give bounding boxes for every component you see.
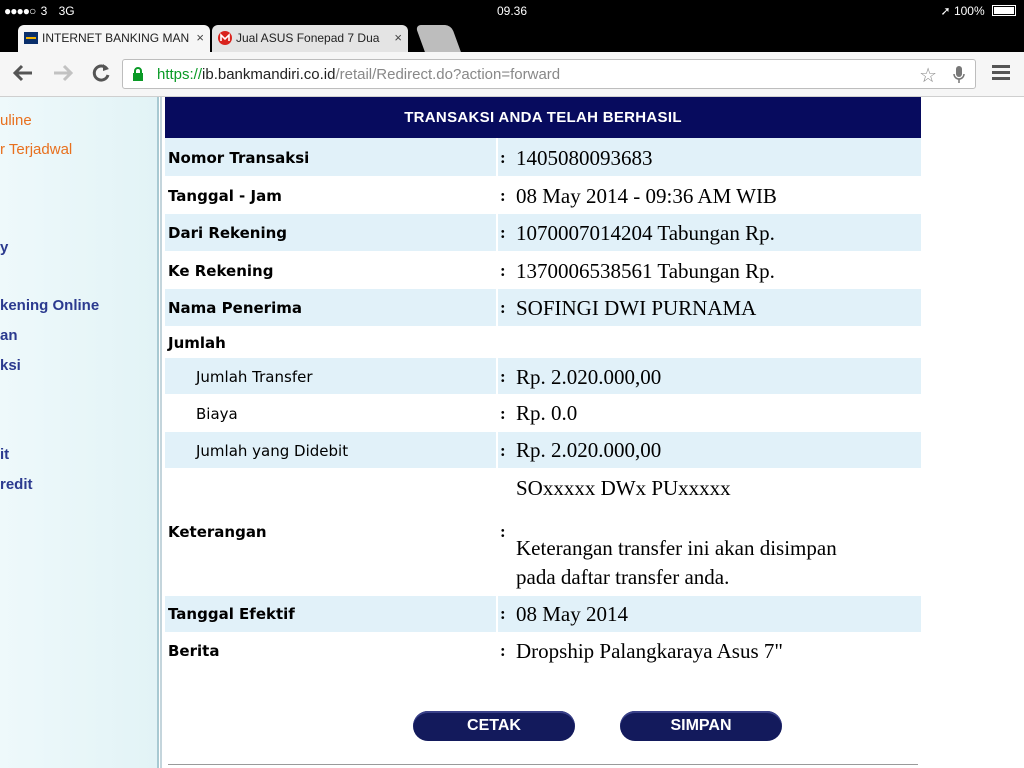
- colon: :: [500, 404, 506, 423]
- url-scheme: https://: [157, 66, 203, 83]
- row-jumlah-transfer: Jumlah Transfer : Rp. 2.020.000,00: [165, 358, 921, 394]
- battery-icon: [992, 5, 1016, 16]
- row-biaya: Biaya : Rp. 0.0: [165, 394, 921, 432]
- sidebar-item-terjadwal[interactable]: r Terjadwal: [0, 141, 72, 158]
- value-nama-penerima: SOFINGI DWI PURNAMA: [516, 296, 757, 320]
- reload-icon[interactable]: [90, 62, 112, 88]
- row-dari-rekening: Dari Rekening : 1070007014204 Tabungan R…: [165, 214, 921, 251]
- label-tanggal-jam: Tanggal - Jam: [168, 187, 282, 205]
- value-ke-rekening: 1370006538561 Tabungan Rp.: [516, 259, 775, 283]
- battery-percent: 100%: [953, 4, 985, 18]
- value-tanggal-efektif: 08 May 2014: [516, 602, 628, 626]
- sidebar-item-y[interactable]: y: [0, 239, 8, 256]
- url-path: /retail/Redirect.do?action=forward: [335, 66, 561, 83]
- row-nomor-transaksi: Nomor Transaksi : 1405080093683: [165, 138, 921, 176]
- new-tab-button[interactable]: [415, 25, 461, 52]
- simpan-button[interactable]: SIMPAN: [620, 711, 782, 741]
- label-jumlah-didebit: Jumlah yang Didebit: [196, 442, 349, 460]
- label-tanggal-efektif: Tanggal Efektif: [168, 605, 295, 623]
- tab-title: Jual ASUS Fonepad 7 Dua: [236, 31, 380, 45]
- colon: :: [500, 261, 506, 280]
- colon: :: [500, 604, 506, 623]
- colon: :: [500, 186, 506, 205]
- label-jumlah-transfer: Jumlah Transfer: [196, 368, 313, 386]
- tab-internet-banking[interactable]: INTERNET BANKING MAN ×: [18, 25, 210, 52]
- value-biaya: Rp. 0.0: [516, 401, 578, 425]
- cetak-button[interactable]: CETAK: [413, 711, 575, 741]
- m-logo-favicon-icon: [218, 31, 232, 45]
- bottom-divider: [168, 764, 918, 765]
- value-dari-rekening: 1070007014204 Tabungan Rp.: [516, 221, 775, 245]
- colon: :: [500, 223, 506, 242]
- tab-title: INTERNET BANKING MAN: [42, 31, 190, 45]
- row-jumlah-didebit: Jumlah yang Didebit : Rp. 2.020.000,00: [165, 432, 921, 468]
- cell-divider: [496, 138, 498, 176]
- row-tanggal-efektif: Tanggal Efektif : 08 May 2014: [165, 596, 921, 632]
- bank-mandiri-favicon-icon: [24, 32, 38, 44]
- colon: :: [500, 367, 506, 386]
- panel-header: TRANSAKSI ANDA TELAH BERHASIL: [165, 97, 921, 138]
- sidebar-item-online[interactable]: uline: [0, 112, 32, 129]
- label-ke-rekening: Ke Rekening: [168, 262, 274, 280]
- row-tanggal-jam: Tanggal - Jam : 08 May 2014 - 09:36 AM W…: [165, 176, 921, 214]
- value-nomor-transaksi: 1405080093683: [516, 146, 653, 170]
- colon: :: [500, 522, 506, 541]
- microphone-icon[interactable]: [953, 66, 965, 88]
- value-jumlah-didebit: Rp. 2.020.000,00: [516, 438, 662, 462]
- row-jumlah: Jumlah: [165, 326, 921, 358]
- colon: :: [500, 298, 506, 317]
- colon: :: [500, 441, 506, 460]
- value-tanggal-jam: 08 May 2014 - 09:36 AM WIB: [516, 184, 777, 208]
- page-divider: [160, 97, 162, 768]
- row-nama-penerima: Nama Penerima : SOFINGI DWI PURNAMA: [165, 289, 921, 326]
- close-tab-icon[interactable]: ×: [196, 30, 204, 45]
- row-ke-rekening: Ke Rekening : 1370006538561 Tabungan Rp.: [165, 251, 921, 289]
- address-bar[interactable]: https://ib.bankmandiri.co.id/retail/Redi…: [122, 59, 976, 89]
- cell-divider: [496, 358, 498, 394]
- clock: 09.36: [496, 4, 528, 18]
- sidebar-item-kredit[interactable]: redit: [0, 476, 33, 493]
- lock-icon: [133, 67, 143, 81]
- tab-strip: INTERNET BANKING MAN × Jual ASUS Fonepad…: [0, 22, 1024, 52]
- url-text: https://ib.bankmandiri.co.id/retail/Redi…: [157, 66, 560, 83]
- colon: :: [500, 641, 506, 660]
- sidebar-item-an[interactable]: an: [0, 327, 18, 344]
- status-right: ➚ 100%: [941, 4, 1016, 18]
- forward-arrow-icon[interactable]: [52, 62, 74, 88]
- label-jumlah: Jumlah: [168, 334, 226, 352]
- browser-toolbar: https://ib.bankmandiri.co.id/retail/Redi…: [0, 52, 1024, 97]
- sidebar-item-transaksi[interactable]: ksi: [0, 357, 21, 374]
- row-keterangan: SOxxxxx DWx PUxxxxx Keterangan : Keteran…: [165, 468, 921, 596]
- location-icon: ➚: [940, 4, 951, 18]
- sidebar: uline r Terjadwal y kening Online an ksi…: [0, 97, 159, 768]
- bookmark-star-icon[interactable]: ☆: [919, 63, 937, 88]
- cell-divider: [496, 432, 498, 468]
- tab-jual-asus[interactable]: Jual ASUS Fonepad 7 Dua ×: [212, 25, 408, 52]
- label-nama-penerima: Nama Penerima: [168, 299, 302, 317]
- value-berita: Dropship Palangkaraya Asus 7": [516, 639, 783, 663]
- keterangan-note-line1: Keterangan transfer ini akan disimpan: [516, 536, 837, 560]
- label-biaya: Biaya: [196, 405, 238, 423]
- value-keterangan: SOxxxxx DWx PUxxxxx: [516, 476, 731, 500]
- menu-icon[interactable]: [992, 65, 1010, 83]
- back-arrow-icon[interactable]: [12, 62, 34, 88]
- cell-divider: [496, 289, 498, 326]
- cell-divider: [496, 596, 498, 632]
- transaction-result-panel: TRANSAKSI ANDA TELAH BERHASIL Nomor Tran…: [165, 97, 921, 672]
- url-host: ib.bankmandiri.co.id: [202, 66, 336, 83]
- sidebar-item-rekening-online[interactable]: kening Online: [0, 297, 99, 314]
- close-tab-icon[interactable]: ×: [394, 30, 402, 45]
- keterangan-note-line2: pada daftar transfer anda.: [516, 565, 730, 589]
- colon: :: [500, 148, 506, 167]
- label-dari-rekening: Dari Rekening: [168, 224, 288, 242]
- sidebar-item-debit[interactable]: it: [0, 446, 9, 463]
- label-berita: Berita: [168, 642, 220, 660]
- label-nomor-transaksi: Nomor Transaksi: [168, 149, 310, 167]
- status-bar: ●●●●○ 3 3G 09.36 ➚ 100%: [0, 0, 1024, 22]
- cell-divider: [496, 214, 498, 251]
- label-keterangan: Keterangan: [168, 523, 267, 541]
- value-jumlah-transfer: Rp. 2.020.000,00: [516, 365, 662, 389]
- row-berita: Berita : Dropship Palangkaraya Asus 7": [165, 632, 921, 672]
